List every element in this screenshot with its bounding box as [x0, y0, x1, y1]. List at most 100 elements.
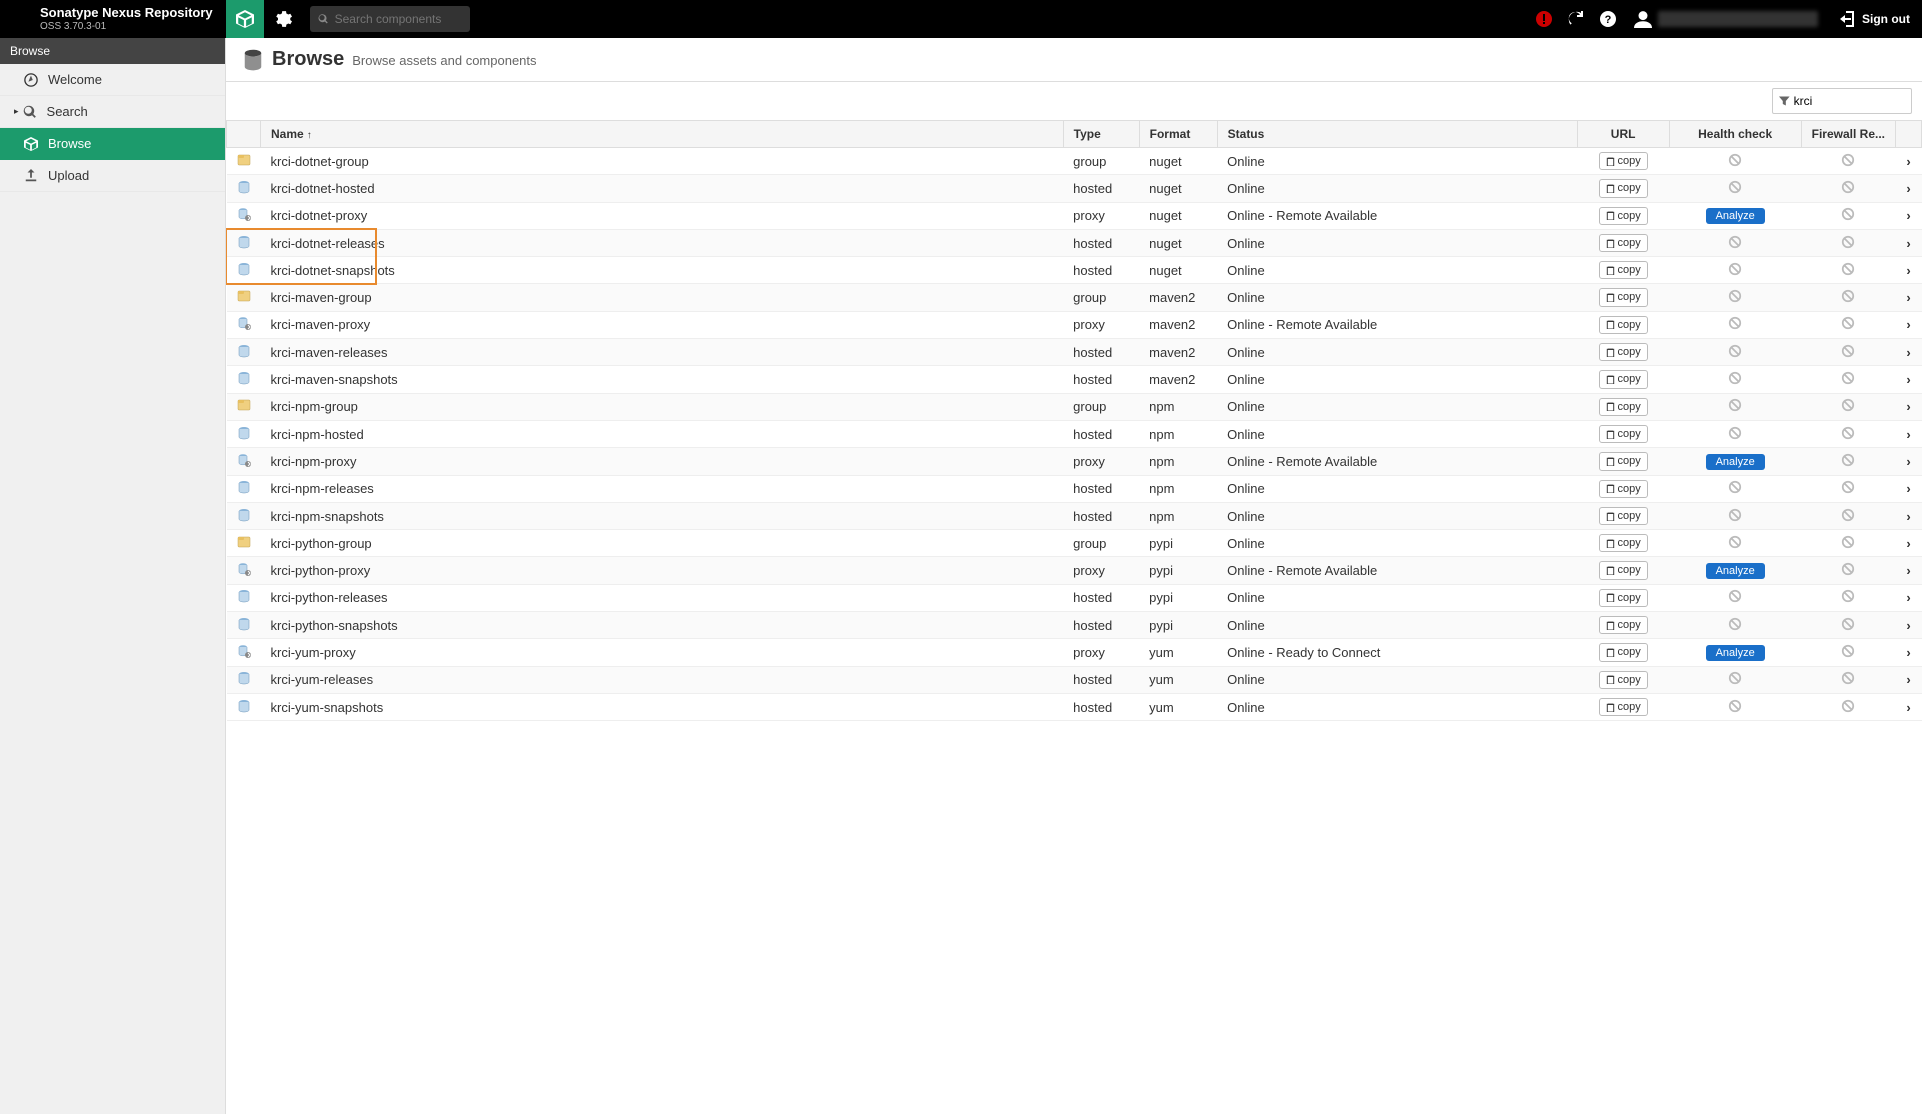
copy-url-button[interactable]: copy — [1599, 643, 1648, 661]
expand-chevron[interactable]: › — [1896, 530, 1922, 557]
expand-chevron[interactable]: › — [1896, 557, 1922, 584]
sidebar-item-search[interactable]: Search — [0, 96, 225, 128]
repo-row[interactable]: krci-python-releases hosted pypi Online … — [227, 584, 1922, 611]
repo-row[interactable]: krci-dotnet-hosted hosted nuget Online c… — [227, 175, 1922, 202]
repo-row[interactable]: krci-dotnet-proxy proxy nuget Online - R… — [227, 202, 1922, 229]
expand-chevron[interactable]: › — [1896, 284, 1922, 311]
copy-url-button[interactable]: copy — [1599, 616, 1648, 634]
repo-row[interactable]: krci-yum-releases hosted yum Online copy… — [227, 666, 1922, 693]
admin-mode-button[interactable] — [264, 0, 302, 38]
repo-row[interactable]: krci-npm-proxy proxy npm Online - Remote… — [227, 448, 1922, 475]
copy-url-button[interactable]: copy — [1599, 207, 1648, 225]
repo-row[interactable]: krci-maven-releases hosted maven2 Online… — [227, 339, 1922, 366]
copy-url-button[interactable]: copy — [1599, 452, 1648, 470]
col-health[interactable]: Health check — [1669, 121, 1801, 148]
expand-chevron[interactable]: › — [1896, 420, 1922, 447]
repo-format: pypi — [1139, 557, 1217, 584]
expand-chevron[interactable]: › — [1896, 693, 1922, 720]
expand-chevron[interactable]: › — [1896, 475, 1922, 502]
expand-chevron[interactable]: › — [1896, 502, 1922, 529]
repo-row[interactable]: krci-python-snapshots hosted pypi Online… — [227, 612, 1922, 639]
expand-chevron[interactable]: › — [1896, 448, 1922, 475]
filter-input[interactable] — [1794, 94, 1905, 108]
expand-chevron[interactable]: › — [1896, 229, 1922, 256]
repo-row[interactable]: krci-python-proxy proxy pypi Online - Re… — [227, 557, 1922, 584]
copy-url-button[interactable]: copy — [1599, 316, 1648, 334]
col-icon[interactable] — [227, 121, 261, 148]
expand-chevron[interactable]: › — [1896, 366, 1922, 393]
repo-type: hosted — [1063, 366, 1139, 393]
alert-button[interactable] — [1528, 0, 1560, 38]
repo-row[interactable]: krci-dotnet-group group nuget Online cop… — [227, 148, 1922, 175]
copy-url-button[interactable]: copy — [1599, 561, 1648, 579]
col-type[interactable]: Type — [1063, 121, 1139, 148]
copy-url-button[interactable]: copy — [1599, 698, 1648, 716]
repo-row[interactable]: krci-maven-proxy proxy maven2 Online - R… — [227, 311, 1922, 338]
repo-row[interactable]: krci-dotnet-snapshots hosted nuget Onlin… — [227, 257, 1922, 284]
repo-row[interactable]: krci-yum-snapshots hosted yum Online cop… — [227, 693, 1922, 720]
copy-url-button[interactable]: copy — [1599, 234, 1648, 252]
copy-url-button[interactable]: copy — [1599, 370, 1648, 388]
expand-chevron[interactable]: › — [1896, 148, 1922, 175]
expand-chevron[interactable]: › — [1896, 202, 1922, 229]
expand-chevron[interactable]: › — [1896, 584, 1922, 611]
sidebar-item-browse[interactable]: Browse — [0, 128, 225, 160]
sidebar-item-upload[interactable]: Upload — [0, 160, 225, 192]
logo-area[interactable]: Sonatype Nexus Repository OSS 3.70.3-01 — [0, 6, 226, 31]
repo-row[interactable]: krci-npm-snapshots hosted npm Online cop… — [227, 502, 1922, 529]
filter-icon — [1779, 95, 1790, 107]
repo-row[interactable]: krci-dotnet-releases hosted nuget Online… — [227, 229, 1922, 256]
search-input[interactable] — [335, 12, 462, 26]
expand-chevron[interactable]: › — [1896, 339, 1922, 366]
copy-url-button[interactable]: copy — [1599, 534, 1648, 552]
browse-mode-button[interactable] — [226, 0, 264, 38]
refresh-button[interactable] — [1560, 0, 1592, 38]
expand-chevron[interactable]: › — [1896, 639, 1922, 666]
analyze-button[interactable]: Analyze — [1706, 454, 1765, 470]
sidebar-item-welcome[interactable]: Welcome — [0, 64, 225, 96]
signout-button[interactable]: Sign out — [1828, 11, 1922, 27]
user-menu[interactable] — [1624, 10, 1828, 28]
col-url[interactable]: URL — [1577, 121, 1669, 148]
prohibit-icon — [1728, 535, 1742, 549]
analyze-button[interactable]: Analyze — [1706, 208, 1765, 224]
copy-url-button[interactable]: copy — [1599, 671, 1648, 689]
repo-row[interactable]: krci-npm-hosted hosted npm Online copy › — [227, 420, 1922, 447]
repo-row[interactable]: krci-npm-group group npm Online copy › — [227, 393, 1922, 420]
copy-url-button[interactable]: copy — [1599, 589, 1648, 607]
expand-chevron[interactable]: › — [1896, 175, 1922, 202]
prohibit-icon — [1841, 398, 1855, 412]
col-status[interactable]: Status — [1217, 121, 1577, 148]
copy-url-button[interactable]: copy — [1599, 480, 1648, 498]
expand-chevron[interactable]: › — [1896, 311, 1922, 338]
copy-url-button[interactable]: copy — [1599, 425, 1648, 443]
repo-row[interactable]: krci-maven-group group maven2 Online cop… — [227, 284, 1922, 311]
copy-url-button[interactable]: copy — [1599, 507, 1648, 525]
repo-row[interactable]: krci-python-group group pypi Online copy… — [227, 530, 1922, 557]
copy-url-button[interactable]: copy — [1599, 179, 1648, 197]
repo-row[interactable]: krci-npm-releases hosted npm Online copy… — [227, 475, 1922, 502]
filter-box[interactable] — [1772, 88, 1912, 114]
repo-row[interactable]: krci-maven-snapshots hosted maven2 Onlin… — [227, 366, 1922, 393]
repo-name: krci-yum-releases — [261, 666, 1064, 693]
col-firewall[interactable]: Firewall Re... — [1801, 121, 1895, 148]
col-format[interactable]: Format — [1139, 121, 1217, 148]
copy-url-button[interactable]: copy — [1599, 261, 1648, 279]
expand-chevron[interactable]: › — [1896, 257, 1922, 284]
search-components[interactable] — [310, 6, 470, 32]
copy-url-button[interactable]: copy — [1599, 152, 1648, 170]
analyze-button[interactable]: Analyze — [1706, 563, 1765, 579]
expand-chevron[interactable]: › — [1896, 612, 1922, 639]
copy-url-button[interactable]: copy — [1599, 288, 1648, 306]
prohibit-icon — [1728, 589, 1742, 603]
copy-url-button[interactable]: copy — [1599, 398, 1648, 416]
repo-type: hosted — [1063, 229, 1139, 256]
col-name[interactable]: Name↑ — [261, 121, 1064, 148]
prohibit-icon — [1841, 207, 1855, 221]
copy-url-button[interactable]: copy — [1599, 343, 1648, 361]
expand-chevron[interactable]: › — [1896, 393, 1922, 420]
analyze-button[interactable]: Analyze — [1706, 645, 1765, 661]
expand-chevron[interactable]: › — [1896, 666, 1922, 693]
repo-row[interactable]: krci-yum-proxy proxy yum Online - Ready … — [227, 639, 1922, 666]
help-button[interactable] — [1592, 0, 1624, 38]
